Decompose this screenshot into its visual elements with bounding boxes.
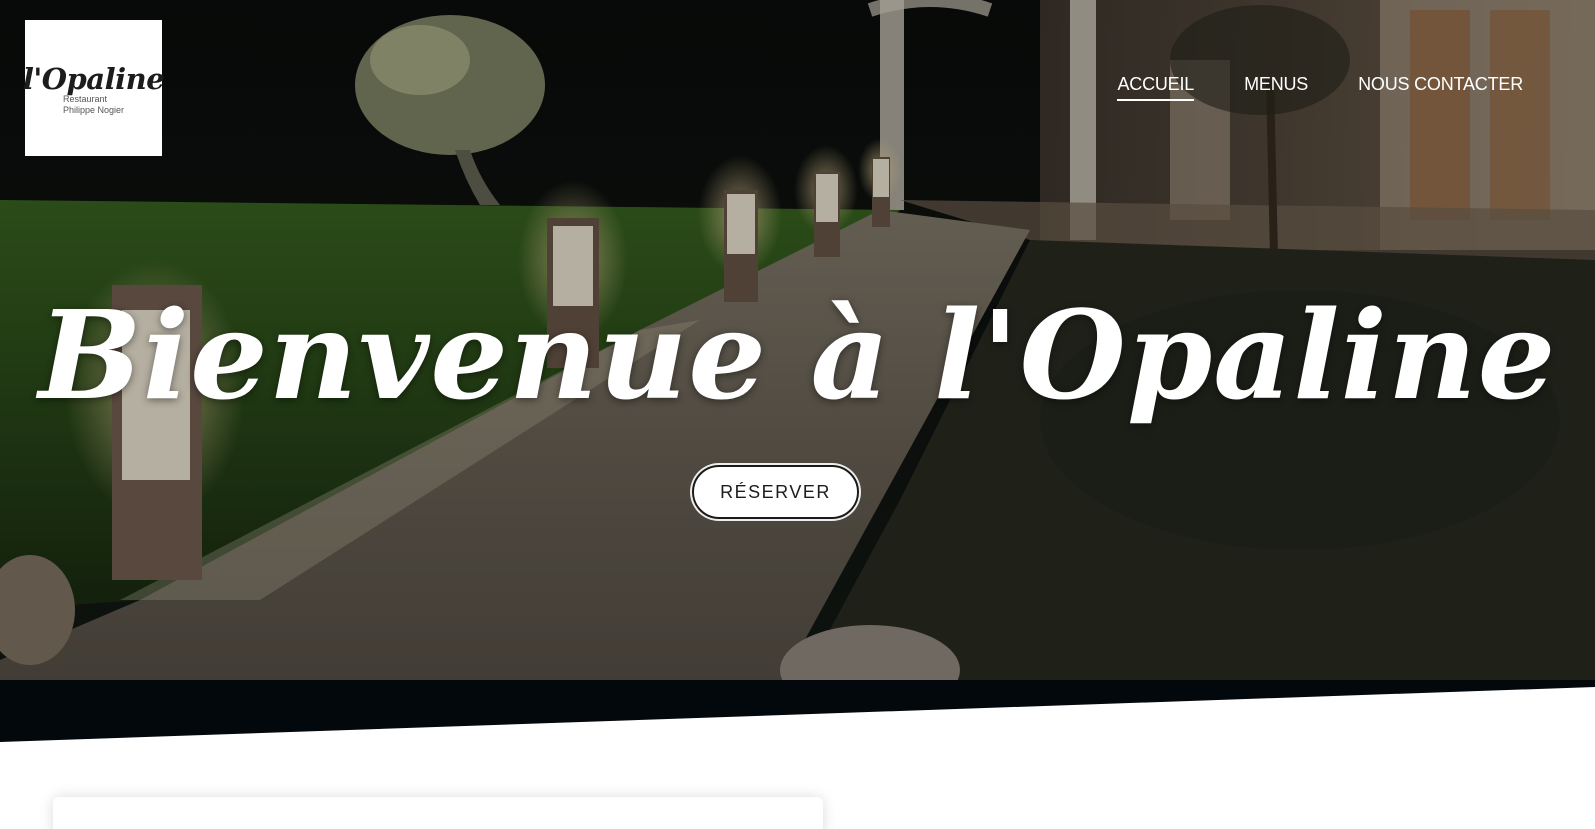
logo-wordmark: l'Opaline (22, 62, 165, 97)
logo-subline-chef: Philippe Nogier (63, 104, 125, 115)
nav-item-accueil[interactable]: ACCUEIL (1117, 74, 1194, 101)
content-card (53, 797, 823, 829)
reserve-button[interactable]: RÉSERVER (692, 465, 859, 519)
hero-title: Bienvenue à l'Opaline (38, 283, 1557, 427)
nav-item-nous-contacter[interactable]: NOUS CONTACTER (1358, 74, 1523, 101)
logo-subline-restaurant: Restaurant (63, 94, 108, 105)
hero-section: l'Opaline Restaurant Philippe Nogier ACC… (0, 0, 1595, 685)
page: l'Opaline Restaurant Philippe Nogier ACC… (0, 0, 1595, 829)
nav-item-menus[interactable]: MENUS (1244, 74, 1308, 101)
main-nav: ACCUEIL MENUS NOUS CONTACTER (1117, 74, 1523, 101)
slanted-divider (0, 680, 1595, 742)
logo[interactable]: l'Opaline Restaurant Philippe Nogier (22, 20, 165, 156)
